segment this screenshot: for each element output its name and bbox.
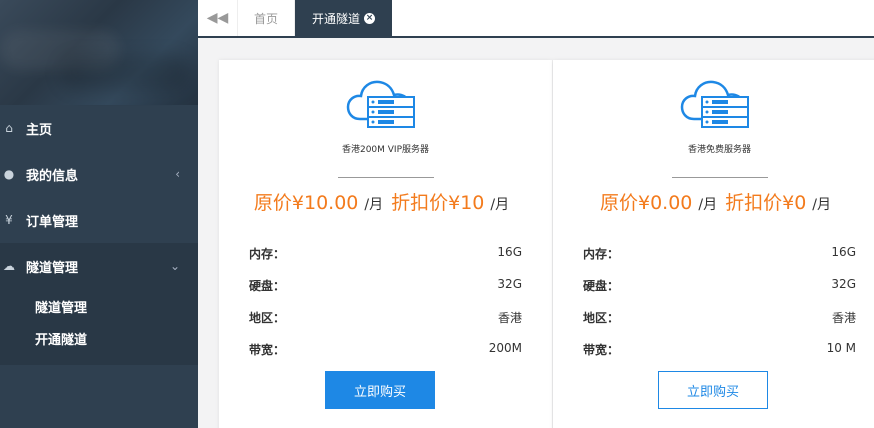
submenu-item-tunnel-manage[interactable]: 隧道管理 — [35, 297, 87, 316]
tab-bar: ◀◀ 首页 开通隧道 × — [198, 0, 874, 38]
blurred-username — [60, 55, 190, 90]
spec-row-memory: 内存： 16G — [583, 245, 856, 262]
buy-now-button[interactable]: 立即购买 — [325, 371, 435, 409]
price-unit: /月 — [364, 197, 384, 213]
discount-price: 折扣价¥10 — [391, 192, 485, 214]
sidebar-item-tunnels[interactable]: ☁ 隧道管理 ⌄ — [0, 243, 198, 289]
close-icon[interactable]: × — [364, 12, 375, 24]
spec-row-region: 地区： 香港 — [249, 309, 522, 326]
product-name: 香港200M VIP服务器 — [341, 145, 430, 155]
cloud-server-icon — [680, 80, 749, 128]
tab-label: 首页 — [253, 11, 278, 26]
divider — [671, 177, 768, 178]
tab-label: 开通隧道 — [311, 11, 360, 26]
tab-scroll-left-button[interactable]: ◀◀ — [198, 0, 238, 36]
spec-value: 200M — [488, 341, 522, 355]
tunnels-submenu: 隧道管理 开通隧道 — [0, 289, 198, 365]
cloud-icon: ☁ — [3, 259, 15, 273]
price-unit: /月 — [490, 197, 510, 213]
sidebar-item-home[interactable]: ⌂ 主页 — [0, 105, 198, 151]
sidebar-item-orders[interactable]: ¥ 订单管理 — [0, 197, 198, 243]
spec-value: 香港 — [497, 311, 522, 325]
sidebar-item-label: 主页 — [26, 122, 53, 138]
product-card: 香港200M VIP服务器 原价¥10.00/月 折扣价¥10/月 内存： 16G … — [219, 60, 552, 428]
submenu-item-open-tunnel[interactable]: 开通隧道 — [35, 329, 87, 348]
spec-value: 16G — [497, 245, 522, 259]
spec-key: 硬盘： — [583, 279, 620, 293]
spec-key: 带宽： — [583, 343, 620, 357]
spec-key: 内存： — [249, 247, 286, 261]
main-content: 香港200M VIP服务器 原价¥10.00/月 折扣价¥10/月 内存： 16G … — [198, 40, 874, 428]
spec-row-memory: 内存： 16G — [249, 245, 522, 262]
spec-row-bandwidth: 带宽： 200M — [249, 341, 522, 358]
spec-key: 内存： — [583, 247, 620, 261]
sidebar-item-label: 订单管理 — [26, 214, 79, 230]
spec-row-disk: 硬盘： 32G — [583, 277, 856, 294]
home-icon: ⌂ — [5, 121, 13, 135]
price-unit: /月 — [698, 197, 718, 213]
profile-header — [0, 0, 198, 105]
original-price: 原价¥10.00 — [253, 192, 359, 214]
original-price: 原价¥0.00 — [599, 192, 693, 214]
spec-row-disk: 硬盘： 32G — [249, 277, 522, 294]
spec-value: 32G — [831, 277, 856, 291]
product-card: 香港免费服务器 原价¥0.00/月 折扣价¥0/月 内存： 16G 硬盘： 32G 地… — [553, 60, 874, 428]
yen-icon: ¥ — [5, 213, 13, 227]
spec-value: 10 M — [826, 341, 856, 355]
double-chevron-left-icon: ◀◀ — [206, 10, 229, 26]
price-row: 原价¥0.00/月 折扣价¥0/月 — [553, 188, 874, 215]
spec-key: 地区： — [583, 311, 620, 325]
spec-key: 带宽： — [249, 343, 286, 357]
spec-value: 香港 — [831, 311, 856, 325]
sidebar-item-my-info[interactable]: ● 我的信息 ‹ — [0, 151, 198, 197]
spec-row-bandwidth: 带宽： 10 M — [583, 341, 856, 358]
spec-key: 硬盘： — [249, 279, 286, 293]
discount-price: 折扣价¥0 — [725, 192, 807, 214]
price-row: 原价¥10.00/月 折扣价¥10/月 — [219, 188, 552, 215]
divider — [337, 177, 434, 178]
price-unit: /月 — [812, 197, 832, 213]
buy-now-button[interactable]: 立即购买 — [658, 371, 768, 409]
tab-open-tunnel[interactable]: 开通隧道 × — [295, 0, 392, 36]
chevron-down-icon: ⌄ — [169, 259, 180, 273]
sidebar: ⌂ 主页 ● 我的信息 ‹ ¥ 订单管理 ☁ 隧道管理 ⌄ 隧道管理 开通隧道 — [0, 0, 198, 428]
spec-value: 16G — [831, 245, 856, 259]
spec-row-region: 地区： 香港 — [583, 309, 856, 326]
sidebar-item-label: 我的信息 — [26, 168, 79, 184]
user-icon: ● — [3, 167, 15, 181]
tab-home[interactable]: 首页 — [238, 0, 295, 36]
sidebar-item-label: 隧道管理 — [26, 260, 79, 276]
spec-value: 32G — [497, 277, 522, 291]
spec-key: 地区： — [249, 311, 286, 325]
cloud-server-icon — [346, 80, 415, 128]
product-name: 香港免费服务器 — [687, 145, 751, 155]
chevron-left-icon: ‹ — [175, 167, 180, 181]
